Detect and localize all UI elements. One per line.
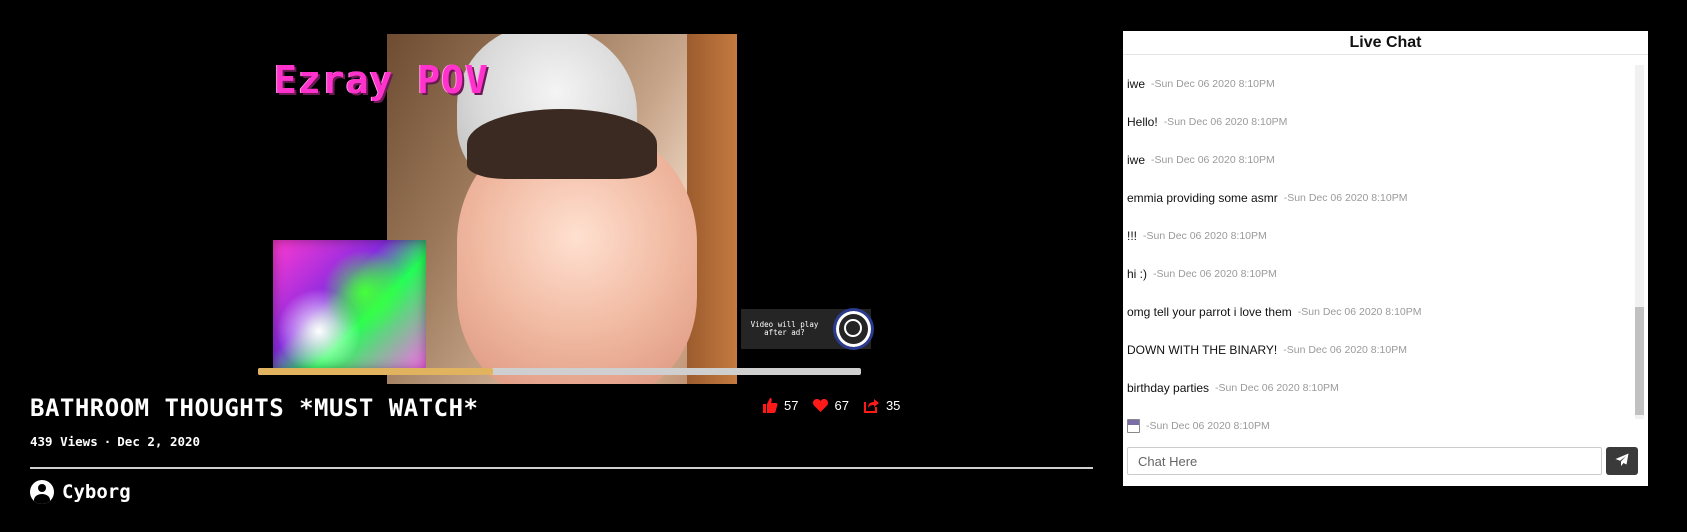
heart-icon[interactable] <box>813 399 829 412</box>
video-meta: 439 Views · Dec 2, 2020 <box>30 434 200 449</box>
chat-message-text: !!! <box>1127 229 1138 243</box>
share-count: 35 <box>885 398 901 413</box>
video-area: Ezray POV 😱 😱 Video will play after ad? … <box>0 0 1110 532</box>
scream-emoji: 😱 <box>766 144 844 230</box>
chat-message-text: omg tell your parrot i love them <box>1127 305 1292 319</box>
chat-message-text: DOWN WITH THE BINARY! <box>1127 343 1278 357</box>
chat-message-time: -Sun Dec 06 2020 8:10PM <box>1146 420 1270 432</box>
chat-message: DOWN WITH THE BINARY! -Sun Dec 06 2020 8… <box>1123 331 1635 369</box>
chat-message-text: iwe <box>1127 77 1146 91</box>
thumbs-up-icon[interactable] <box>762 398 778 413</box>
chat-message-time: -Sun Dec 06 2020 8:10PM <box>1151 154 1275 166</box>
view-count: 439 Views <box>30 434 98 449</box>
live-chat-panel: Live Chat iwe -Sun Dec 06 2020 8:10PM He… <box>1123 31 1648 486</box>
chat-message-list[interactable]: iwe -Sun Dec 06 2020 8:10PM Hello! -Sun … <box>1123 65 1635 454</box>
chat-message: Hello! -Sun Dec 06 2020 8:10PM <box>1123 103 1635 141</box>
meta-separator: · <box>103 434 112 449</box>
chat-message-time: -Sun Dec 06 2020 8:10PM <box>1163 116 1288 128</box>
chat-message-text: iwe <box>1127 153 1146 167</box>
chat-message: emmia providing some asmr -Sun Dec 06 20… <box>1123 179 1635 217</box>
ad-notice-text: Video will play after ad? <box>750 320 819 337</box>
chat-message-time: -Sun Dec 06 2020 8:10PM <box>1283 344 1407 356</box>
send-button[interactable] <box>1606 447 1638 475</box>
heart-count: 67 <box>834 398 849 413</box>
video-progress-bar[interactable] <box>258 368 861 375</box>
video-frame-hair <box>467 109 657 179</box>
like-count: 57 <box>784 398 799 413</box>
floppy-disk-icon <box>1127 419 1140 433</box>
chat-message-time: -Sun Dec 06 2020 8:10PM <box>1151 78 1275 90</box>
chat-message-time: -Sun Dec 06 2020 8:10PM <box>1143 230 1267 242</box>
ad-notice[interactable]: Video will play after ad? <box>741 309 871 349</box>
chat-scrollbar[interactable] <box>1635 65 1644 419</box>
channel-name[interactable]: Cyborg <box>62 481 131 503</box>
chat-message-time: -Sun Dec 06 2020 8:10PM <box>1153 268 1277 280</box>
divider <box>30 467 1093 469</box>
video-title: BATHROOM THOUGHTS *MUST WATCH* <box>30 394 479 422</box>
video-overlay-title: Ezray POV <box>274 58 489 102</box>
chat-message: birthday parties -Sun Dec 06 2020 8:10PM <box>1123 369 1635 407</box>
chat-message-text: Hello! <box>1127 115 1158 129</box>
video-progress-fill <box>258 368 494 375</box>
chat-message-time: -Sun Dec 06 2020 8:10PM <box>1283 192 1408 204</box>
share-icon[interactable] <box>863 398 880 413</box>
channel-info[interactable]: Cyborg <box>30 480 131 504</box>
chat-message-text: birthday parties <box>1127 381 1210 395</box>
chat-message: !!! -Sun Dec 06 2020 8:10PM <box>1123 217 1635 255</box>
chat-message: -Sun Dec 06 2020 8:10PM <box>1123 407 1635 445</box>
paper-plane-icon <box>1615 453 1629 470</box>
chat-message: iwe -Sun Dec 06 2020 8:10PM <box>1123 65 1635 103</box>
chat-message: omg tell your parrot i love them -Sun De… <box>1123 293 1635 331</box>
chat-input-row <box>1127 447 1644 477</box>
video-stats: 57 67 35 <box>762 398 909 413</box>
chat-header: Live Chat <box>1123 31 1648 55</box>
chat-message-text: hi :) <box>1127 267 1148 281</box>
loading-ring-icon <box>836 311 871 347</box>
chat-message-time: -Sun Dec 06 2020 8:10PM <box>1215 382 1339 394</box>
upload-date: Dec 2, 2020 <box>117 434 201 449</box>
user-avatar-icon <box>30 480 54 504</box>
video-background <box>687 34 737 384</box>
glitch-thumbnail <box>273 240 426 370</box>
chat-message: hi :) -Sun Dec 06 2020 8:10PM <box>1123 255 1635 293</box>
chat-message: iwe -Sun Dec 06 2020 8:10PM <box>1123 141 1635 179</box>
chat-scroll-thumb[interactable] <box>1635 307 1644 415</box>
chat-message-time: -Sun Dec 06 2020 8:10PM <box>1297 306 1422 318</box>
chat-input[interactable] <box>1127 447 1602 475</box>
chat-message-text: emmia providing some asmr <box>1127 191 1278 205</box>
